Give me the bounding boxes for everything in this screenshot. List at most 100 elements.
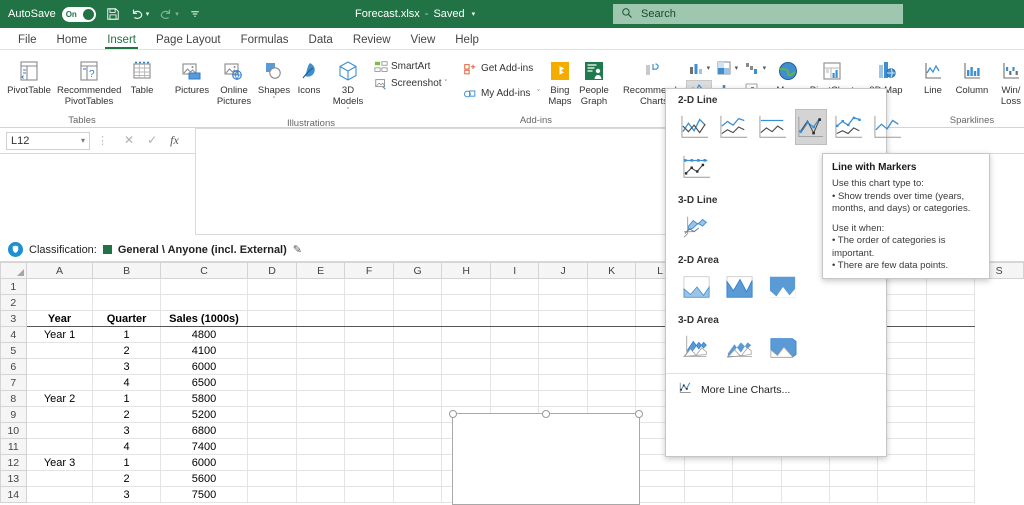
cell-blank[interactable] [539,375,587,391]
tab-view[interactable]: View [401,32,446,49]
column-header-i[interactable]: I [490,263,538,279]
100-percent-stacked-line-chart-option[interactable] [756,109,790,145]
cell-blank[interactable] [587,311,636,327]
cell-blank[interactable] [296,359,345,375]
redo-icon[interactable]: ▾ [159,7,179,21]
cell-blank[interactable] [587,375,636,391]
column-header-c[interactable]: C [160,263,248,279]
my-addins-button[interactable]: My Add-ins ˇ [460,85,544,102]
recommended-pivot-tables-button[interactable]: ? Recommended PivotTables [56,54,122,110]
stacked-line-chart-option[interactable] [717,109,751,145]
cell-a5[interactable] [26,343,93,359]
sparkline-winloss-button[interactable]: Win/ Loss [994,54,1024,110]
cell-blank[interactable] [490,359,538,375]
name-box-caret-icon[interactable]: ▾ [81,136,85,145]
cell-blank[interactable] [442,279,491,295]
stacked-area-chart-option[interactable] [721,269,759,305]
cell-blank[interactable] [393,327,442,343]
cell-blank[interactable] [926,407,974,423]
cell-a1[interactable] [26,279,93,295]
cell-blank[interactable] [296,343,345,359]
my-addins-caret-icon[interactable]: ˇ [537,90,539,97]
cell-blank[interactable] [345,327,394,343]
row-header[interactable]: 13 [1,471,27,487]
cell-blank[interactable] [393,455,442,471]
cell-blank[interactable] [490,391,538,407]
cell-blank[interactable] [926,327,974,343]
cell-blank[interactable] [926,391,974,407]
cell-blank[interactable] [248,439,297,455]
cell-blank[interactable] [587,279,636,295]
cell-blank[interactable] [587,295,636,311]
cancel-icon[interactable]: ✕ [124,133,134,148]
cell-blank[interactable] [539,311,587,327]
cell-blank[interactable] [490,327,538,343]
cell-blank[interactable] [539,327,587,343]
cell-blank[interactable] [878,471,926,487]
cell-b3[interactable]: Quarter [93,311,160,327]
cell-blank[interactable] [442,359,491,375]
cell-blank[interactable] [830,487,878,503]
cell-blank[interactable] [296,439,345,455]
stacked-line-with-markers-chart-option[interactable] [832,109,866,145]
cell-b7[interactable]: 4 [93,375,160,391]
undo-caret-icon[interactable]: ▾ [146,10,150,18]
cell-blank[interactable] [393,295,442,311]
area-chart-option[interactable] [678,269,716,305]
cell-blank[interactable] [636,471,684,487]
cell-b14[interactable]: 3 [93,487,160,503]
cell-blank[interactable] [345,359,394,375]
cell-blank[interactable] [345,295,394,311]
tab-home[interactable]: Home [47,32,98,49]
tab-review[interactable]: Review [343,32,401,49]
select-all-corner[interactable] [1,263,27,279]
cell-blank[interactable] [296,295,345,311]
cell-blank[interactable] [248,279,297,295]
cell-blank[interactable] [926,295,974,311]
undo-icon[interactable]: ▾ [130,7,150,21]
3d-100-percent-stacked-area-chart-option[interactable] [764,329,802,365]
cell-blank[interactable] [490,343,538,359]
cell-blank[interactable] [442,311,491,327]
cell-c7[interactable]: 6500 [160,375,248,391]
100-percent-stacked-line-with-markers-chart-option-2[interactable] [678,149,716,185]
cell-b10[interactable]: 3 [93,423,160,439]
cell-blank[interactable] [296,407,345,423]
insert-hierarchy-chart-button[interactable]: ▾ [714,58,740,78]
more-line-charts-menu-item[interactable]: More Line Charts... [666,374,886,398]
hierarchy-chart-caret-icon[interactable]: ▾ [735,64,739,72]
cell-b8[interactable]: 1 [93,391,160,407]
icons-button[interactable]: Icons [292,54,326,99]
line-with-markers-chart-option[interactable] [795,109,827,145]
row-header[interactable]: 7 [1,375,27,391]
online-pictures-button[interactable]: Online Pictures [212,54,256,110]
sparkline-line-button[interactable]: Line [916,54,950,99]
cell-blank[interactable] [926,439,974,455]
cell-blank[interactable] [248,407,297,423]
cell-blank[interactable] [248,327,297,343]
cell-blank[interactable] [926,487,974,503]
column-header-a[interactable]: A [26,263,93,279]
cell-blank[interactable] [926,343,974,359]
cell-blank[interactable] [442,391,491,407]
table-button[interactable]: Table [122,54,162,99]
cell-blank[interactable] [587,391,636,407]
tab-help[interactable]: Help [445,32,489,49]
row-header[interactable]: 9 [1,407,27,423]
cell-a13[interactable] [26,471,93,487]
row-header[interactable]: 14 [1,487,27,503]
column-header-e[interactable]: E [296,263,345,279]
cell-blank[interactable] [393,343,442,359]
cell-b13[interactable]: 2 [93,471,160,487]
cell-blank[interactable] [442,375,491,391]
cell-a10[interactable] [26,423,93,439]
smartart-button[interactable]: SmartArt [370,58,450,75]
cell-blank[interactable] [393,279,442,295]
title-dropdown-caret-icon[interactable]: ▾ [472,10,476,18]
cell-blank[interactable] [345,279,394,295]
cell-blank[interactable] [393,407,442,423]
column-header-j[interactable]: J [539,263,587,279]
cell-a4[interactable]: Year 1 [26,327,93,343]
people-graph-button[interactable]: People Graph [576,54,612,110]
cell-c5[interactable]: 4100 [160,343,248,359]
